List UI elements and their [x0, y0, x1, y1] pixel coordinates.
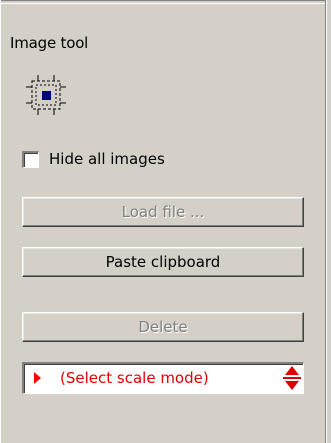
delete-button[interactable]: Delete — [22, 312, 304, 342]
paste-clipboard-button[interactable]: Paste clipboard — [22, 247, 304, 277]
image-selection-icon[interactable] — [24, 73, 70, 119]
load-file-button[interactable]: Load file ... — [22, 197, 304, 227]
panel-top-divider — [0, 0, 331, 4]
image-tool-panel: Image tool Hide all images Load file ...… — [0, 0, 331, 443]
hide-all-images-label: Hide all images — [49, 150, 165, 168]
red-triangle-right-icon — [34, 372, 41, 384]
scale-mode-value: (Select scale mode) — [60, 369, 209, 387]
scale-mode-select[interactable]: (Select scale mode) — [22, 362, 304, 394]
spinner-down-arrow-icon[interactable] — [285, 381, 299, 390]
up-down-spinner-icon[interactable] — [283, 366, 301, 390]
hide-all-images-checkbox[interactable] — [22, 150, 39, 168]
panel-title: Image tool — [10, 34, 89, 52]
panel-left-edge — [0, 0, 2, 443]
hide-all-images-row[interactable]: Hide all images — [22, 148, 165, 170]
panel-right-edge — [325, 0, 331, 443]
spinner-divider — [283, 377, 301, 379]
spinner-up-arrow-icon[interactable] — [285, 366, 299, 375]
